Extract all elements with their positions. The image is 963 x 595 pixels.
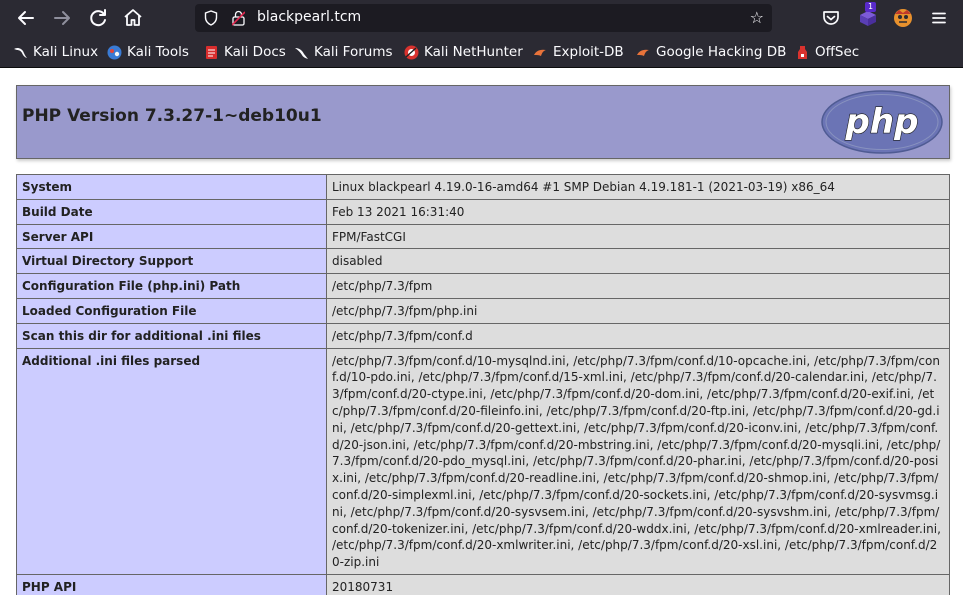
- row-key: Additional .ini files parsed: [16, 347, 327, 575]
- row-value: /etc/php/7.3/fpm/php.ini: [326, 297, 950, 324]
- table-row: Loaded Configuration File/etc/php/7.3/fp…: [16, 297, 950, 324]
- row-value: /etc/php/7.3/fpm: [326, 273, 950, 299]
- home-icon[interactable]: [121, 6, 145, 30]
- browser-toolbar: blackpearl.tcm ☆ 1: [0, 0, 963, 36]
- table-row: PHP API 20180731: [16, 573, 950, 595]
- phpinfo-header: PHP Version 7.3.27-1~deb10u1 php: [16, 85, 950, 159]
- bookmark-google-hacking-db[interactable]: Google Hacking DB: [636, 42, 786, 62]
- bookmark-kali-nethunter[interactable]: Kali NetHunter: [404, 42, 523, 62]
- table-row: Scan this dir for additional .ini files /…: [16, 322, 950, 349]
- row-key: System: [16, 174, 327, 200]
- tracking-protection-shield-icon[interactable]: [204, 10, 218, 26]
- bookmark-kali-tools[interactable]: Kali Tools: [107, 42, 189, 62]
- row-key: Build Date: [16, 198, 327, 225]
- exploit-db-icon: [534, 49, 546, 56]
- url-text[interactable]: blackpearl.tcm: [257, 9, 361, 25]
- row-key: Server API: [16, 223, 327, 250]
- row-key: Virtual Directory Support: [16, 248, 327, 275]
- bookmark-kali-docs[interactable]: Kali Docs: [204, 42, 286, 62]
- url-bar[interactable]: blackpearl.tcm ☆: [195, 4, 772, 32]
- table-row: System Linux blackpearl 4.19.0-16-amd64 #…: [16, 174, 950, 200]
- bookmark-offsec[interactable]: OffSec: [795, 42, 859, 62]
- bookmark-kali-linux[interactable]: Kali Linux: [13, 42, 98, 62]
- bookmark-label: Exploit-DB: [553, 44, 624, 60]
- table-row: Additional .ini files parsed/etc/php/7.3…: [16, 347, 950, 575]
- table-row: Configuration File (php.ini) Path/etc/ph…: [16, 273, 950, 299]
- offsec-icon: [798, 45, 807, 59]
- row-value: FPM/FastCGI: [326, 223, 950, 250]
- row-value: Feb 13 2021 16:31:40: [326, 198, 950, 225]
- kali-forums-icon: [295, 47, 308, 59]
- row-key: Loaded Configuration File: [16, 297, 327, 324]
- bookmark-label: Kali Docs: [224, 44, 286, 60]
- kali-tools-icon: [107, 45, 122, 59]
- bookmark-label: Kali Forums: [314, 44, 393, 60]
- pocket-icon[interactable]: [819, 6, 843, 30]
- table-row: Virtual Directory Support disabled: [16, 248, 950, 275]
- bookmark-kali-forums[interactable]: Kali Forums: [294, 42, 393, 62]
- php-logo[interactable]: php: [821, 90, 943, 154]
- kali-dragon-icon: [14, 47, 27, 58]
- kali-docs-icon: [206, 45, 217, 59]
- ghdb-icon: [637, 49, 649, 56]
- row-key: Configuration File (php.ini) Path: [16, 273, 327, 299]
- extension-icon[interactable]: 1: [856, 2, 880, 30]
- bookmark-star-icon[interactable]: ☆: [750, 8, 764, 27]
- row-value: 20180731: [326, 573, 950, 595]
- forward-arrow-icon[interactable]: [50, 6, 74, 30]
- bookmarks-toolbar: Kali Linux Kali Tools Kali Docs Kali For…: [0, 36, 963, 68]
- row-value: disabled: [326, 248, 950, 275]
- table-row: Server API FPM/FastCGI: [16, 223, 950, 250]
- row-value: Linux blackpearl 4.19.0-16-amd64 #1 SMP …: [326, 174, 950, 200]
- table-row: Build Date Feb 13 2021 16:31:40: [16, 198, 950, 225]
- back-arrow-icon[interactable]: [14, 6, 38, 30]
- row-value: /etc/php/7.3/fpm/conf.d: [326, 322, 950, 349]
- bookmark-exploit-db[interactable]: Exploit-DB: [533, 42, 624, 62]
- bookmark-label: Kali Linux: [33, 44, 99, 60]
- page-content: PHP Version 7.3.27-1~deb10u1 php System L…: [0, 69, 963, 595]
- menu-hamburger-icon[interactable]: [927, 6, 951, 30]
- php-logo-text: php: [845, 102, 919, 142]
- row-key: PHP API: [16, 573, 327, 595]
- bookmark-label: Kali Tools: [127, 44, 189, 60]
- row-key: Scan this dir for additional .ini files: [16, 322, 327, 349]
- reload-icon[interactable]: [86, 6, 110, 30]
- account-avatar-icon[interactable]: [891, 6, 915, 30]
- bookmark-label: Kali NetHunter: [424, 44, 523, 60]
- bookmark-label: OffSec: [815, 44, 860, 60]
- insecure-lock-icon[interactable]: [232, 10, 245, 26]
- notification-badge: 1: [865, 2, 877, 12]
- nethunter-icon: [404, 45, 419, 59]
- page-title: PHP Version 7.3.27-1~deb10u1: [22, 106, 322, 126]
- phpinfo-table: System Linux blackpearl 4.19.0-16-amd64 #…: [16, 174, 950, 595]
- row-value: /etc/php/7.3/fpm/conf.d/10-mysqlnd.ini, …: [326, 347, 950, 575]
- bookmark-label: Google Hacking DB: [656, 44, 787, 60]
